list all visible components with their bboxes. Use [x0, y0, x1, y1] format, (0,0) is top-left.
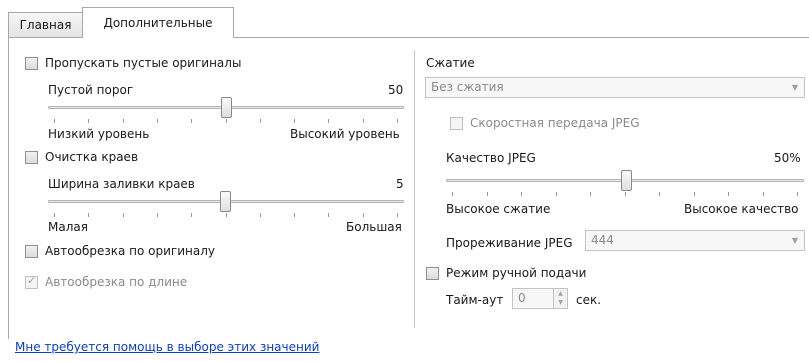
slider-tick: [452, 192, 453, 196]
jpeg-quality-low-label: Высокое сжатие: [446, 202, 551, 216]
slider-tick: [157, 213, 158, 217]
chevron-down-icon: ▼: [791, 236, 798, 245]
skip-blank-checkbox[interactable]: [25, 57, 38, 70]
slider-tick: [328, 119, 329, 123]
jpeg-quality-label: Качество JPEG: [446, 151, 536, 165]
slider-tick: [88, 213, 89, 217]
blank-threshold-value: 50: [388, 83, 404, 97]
edge-fill-width-low-label: Малая: [48, 220, 88, 234]
slider-tick: [397, 119, 398, 123]
slider-tick: [191, 213, 192, 217]
blank-threshold-label: Пустой порог: [48, 83, 134, 97]
edge-clean-checkbox[interactable]: [25, 151, 38, 164]
slider-tick: [226, 119, 227, 123]
jpeg-subsampling-select[interactable]: 444 ▼: [585, 230, 805, 251]
slider-tick: [487, 192, 488, 196]
jpeg-subsampling-label: Прореживание JPEG: [446, 236, 573, 250]
fast-jpeg-label: Скоростная передача JPEG: [470, 116, 640, 130]
timeout-value: 0: [518, 291, 526, 305]
slider-tick: [363, 119, 364, 123]
slider-tick: [54, 119, 55, 123]
slider-tick: [260, 119, 261, 123]
jpeg-quality-value: 50%: [774, 151, 801, 165]
slider-tick: [397, 213, 398, 217]
tab-main[interactable]: Главная: [8, 12, 83, 37]
edge-clean-label: Очистка краев: [45, 150, 139, 164]
slider-tick: [123, 213, 124, 217]
help-link[interactable]: Мне требуется помощь в выборе этих значе…: [15, 340, 319, 354]
slider-tick: [54, 213, 55, 217]
blank-threshold-ticks: [54, 119, 398, 123]
jpeg-quality-ticks: [452, 192, 798, 196]
manual-feed-label: Режим ручной подачи: [446, 266, 587, 280]
skip-blank-label: Пропускать пустые оригиналы: [45, 56, 242, 70]
checkmark-icon: ✓: [27, 274, 37, 287]
blank-threshold-high-label: Высокий уровень: [290, 127, 400, 141]
autocrop-length-checkbox[interactable]: ✓: [25, 274, 38, 289]
spin-down-icon[interactable]: ▼: [553, 298, 567, 308]
fast-jpeg-checkbox[interactable]: [450, 117, 463, 130]
timeout-spinbox[interactable]: 0 ▲ ▼: [512, 288, 568, 309]
slider-tick: [157, 119, 158, 123]
autocrop-original-label: Автообрезка по оригиналу: [45, 244, 215, 258]
jpeg-subsampling-select-value: 444: [591, 233, 614, 247]
slider-tick: [328, 213, 329, 217]
slider-tick: [659, 192, 660, 196]
autocrop-length-label: Автообрезка по длине: [45, 275, 188, 289]
slider-tick: [625, 192, 626, 196]
tab-advanced[interactable]: Дополнительные: [82, 7, 234, 38]
jpeg-quality-high-label: Высокое качество: [684, 202, 799, 216]
slider-tick: [294, 119, 295, 123]
slider-tick: [191, 119, 192, 123]
slider-tick: [556, 192, 557, 196]
compression-label: Сжатие: [426, 56, 475, 70]
manual-feed-checkbox[interactable]: [426, 267, 439, 280]
slider-tick: [260, 213, 261, 217]
compression-select-value: Без сжатия: [431, 80, 504, 94]
blank-threshold-slider-thumb[interactable]: [221, 97, 232, 118]
edge-fill-width-slider-thumb[interactable]: [220, 191, 231, 212]
edge-fill-width-value: 5: [396, 177, 404, 191]
timeout-label: Тайм-аут: [446, 293, 504, 307]
slider-tick: [590, 192, 591, 196]
column-divider: [414, 50, 415, 328]
slider-tick: [694, 192, 695, 196]
slider-tick: [294, 213, 295, 217]
slider-tick: [521, 192, 522, 196]
slider-tick: [728, 192, 729, 196]
slider-tick: [797, 192, 798, 196]
blank-threshold-low-label: Низкий уровень: [48, 127, 150, 141]
chevron-down-icon: ▼: [791, 83, 798, 92]
tab-bar: Главная Дополнительные: [0, 0, 809, 38]
edge-fill-width-high-label: Большая: [346, 220, 402, 234]
compression-select[interactable]: Без сжатия ▼: [425, 77, 805, 98]
timeout-unit: сек.: [576, 293, 602, 307]
edge-fill-width-ticks: [54, 213, 398, 217]
slider-tick: [363, 213, 364, 217]
edge-fill-width-label: Ширина заливки краев: [48, 177, 195, 191]
autocrop-original-checkbox[interactable]: [25, 245, 38, 258]
slider-tick: [763, 192, 764, 196]
slider-tick: [226, 213, 227, 217]
jpeg-quality-slider-thumb[interactable]: [621, 170, 632, 191]
slider-tick: [123, 119, 124, 123]
slider-tick: [88, 119, 89, 123]
